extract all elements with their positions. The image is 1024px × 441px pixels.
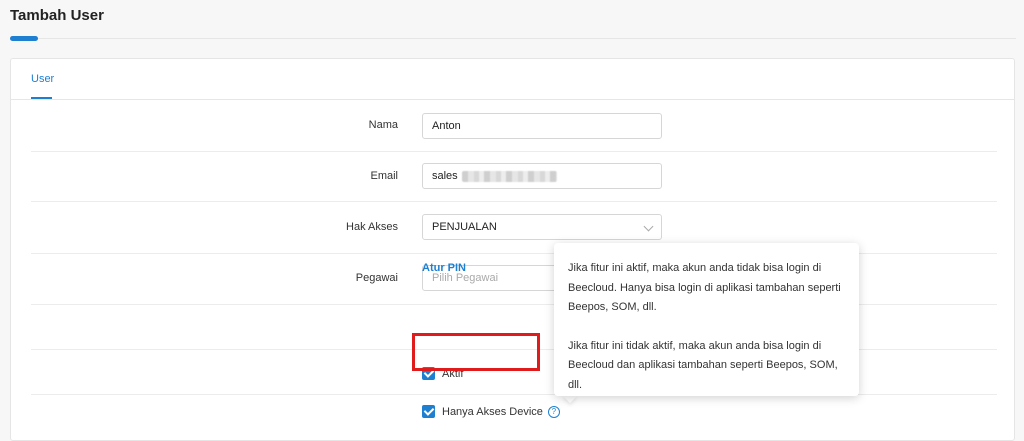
question-circle-icon[interactable]: ? <box>547 405 560 418</box>
title-underline <box>10 36 38 41</box>
hanya-akses-device-label: Hanya Akses Device <box>442 405 543 418</box>
hak-akses-value: PENJUALAN <box>432 221 497 233</box>
atur-pin-link[interactable]: Atur PIN <box>422 262 466 274</box>
chevron-down-icon <box>643 221 654 232</box>
tab-divider <box>11 99 1014 100</box>
email-label: Email <box>370 170 398 182</box>
highlight-box <box>412 333 540 371</box>
nama-label: Nama <box>368 119 398 131</box>
header-divider <box>38 38 1016 39</box>
pegawai-label: Pegawai <box>355 272 398 284</box>
row-divider <box>31 151 997 152</box>
hanya-akses-device-row[interactable]: Hanya Akses Device ? <box>422 405 560 418</box>
tooltip-paragraph-2: Jika fitur ini tidak aktif, maka akun an… <box>568 339 838 391</box>
redacted-text <box>461 170 557 182</box>
hanya-akses-device-checkbox[interactable] <box>422 405 435 418</box>
email-input[interactable]: sales <box>422 163 662 189</box>
page-title: Tambah User <box>10 7 104 24</box>
row-divider <box>31 201 997 202</box>
help-tooltip: Jika fitur ini aktif, maka akun anda tid… <box>554 243 859 396</box>
tooltip-paragraph-1: Jika fitur ini aktif, maka akun anda tid… <box>568 262 841 313</box>
hak-akses-select[interactable]: PENJUALAN <box>422 214 662 240</box>
nama-value: Anton <box>432 120 461 132</box>
tab-user[interactable]: User <box>31 73 54 85</box>
hak-akses-label: Hak Akses <box>346 221 398 233</box>
email-value: sales <box>432 170 458 182</box>
nama-input[interactable]: Anton <box>422 113 662 139</box>
